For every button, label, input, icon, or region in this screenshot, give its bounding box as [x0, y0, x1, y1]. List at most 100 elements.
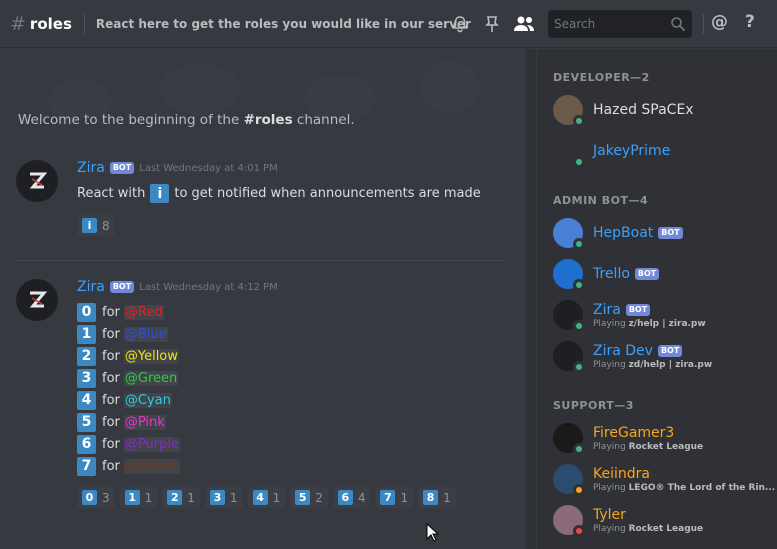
activity-verb: Playing — [593, 482, 626, 493]
timestamp: Last Wednesday at 4:01 PM — [139, 162, 278, 174]
search-input[interactable] — [548, 10, 658, 38]
search-box[interactable] — [548, 10, 692, 38]
member-name-row: Keiindra — [593, 466, 773, 482]
member-item[interactable]: Hazed SPaCEx — [553, 91, 773, 129]
activity-game: LEGO® The Lord of the Rin... — [628, 482, 776, 493]
keycap-emoji: 2 — [77, 346, 96, 366]
chat-scrollbar[interactable] — [526, 49, 536, 549]
member-item[interactable]: FireGamer3 Playing Rocket League — [553, 419, 773, 457]
member-item[interactable]: Zira Dev BOT Playing zd/help | zira.pw — [553, 337, 773, 375]
member-name-row: Trello BOT — [593, 266, 660, 282]
mentions-icon[interactable]: @ — [711, 12, 728, 32]
member-name: Zira — [593, 301, 621, 318]
role-for-text: for — [102, 370, 120, 386]
avatar[interactable] — [553, 218, 585, 250]
status-indicator — [573, 320, 585, 332]
status-indicator — [573, 484, 585, 496]
role-mention[interactable]: @Purple — [123, 436, 180, 452]
member-info: Trello BOT — [593, 266, 660, 282]
member-info: Tyler Playing Rocket League — [593, 507, 703, 534]
member-item[interactable]: HepBoat BOT — [553, 214, 773, 252]
mouse-cursor-icon — [426, 523, 440, 542]
author-name[interactable]: Zira — [77, 279, 105, 295]
member-item[interactable]: Tyler Playing Rocket League — [553, 501, 773, 539]
reaction[interactable]: 52 — [290, 487, 328, 508]
role-for-text: for — [102, 326, 120, 342]
member-info: HepBoat BOT — [593, 225, 683, 241]
message-header: Zira BOT Last Wednesday at 4:12 PM — [77, 279, 278, 295]
role-line: 5 for @Pink — [77, 411, 180, 433]
role-for-text: for — [102, 348, 120, 364]
message-text: React with — [77, 186, 146, 201]
search-icon[interactable] — [670, 16, 686, 36]
notification-bell-icon[interactable] — [448, 12, 472, 36]
keycap-emoji: 5 — [77, 412, 96, 432]
avatar[interactable] — [553, 259, 585, 291]
member-activity: Playing z/help | zira.pw — [593, 319, 706, 329]
welcome-channel: #roles — [243, 112, 293, 128]
role-mention[interactable]: @Cyan — [123, 392, 172, 408]
member-item[interactable]: Trello BOT — [553, 255, 773, 293]
keycap-emoji: 0 — [77, 302, 96, 322]
reaction[interactable]: 31 — [204, 487, 243, 508]
reaction[interactable]: 11 — [119, 487, 158, 508]
member-name-row: FireGamer3 — [593, 425, 703, 441]
pin-icon[interactable] — [480, 12, 504, 36]
help-icon[interactable]: ? — [745, 12, 755, 32]
channel-topic[interactable]: React here to get the roles you would li… — [96, 17, 471, 31]
reaction-count: 1 — [443, 490, 451, 505]
member-list-icon[interactable] — [512, 12, 536, 36]
avatar[interactable] — [553, 341, 585, 373]
reaction[interactable]: i 8 — [77, 215, 115, 236]
member-name: Trello — [593, 266, 630, 282]
avatar[interactable] — [553, 136, 585, 168]
member-name-row: Zira BOT — [593, 302, 706, 318]
author-name[interactable]: Zira — [77, 160, 105, 176]
member-list: DEVELOPER—2 Hazed SPaCEx JakeyPrime ADMIN B… — [537, 49, 777, 549]
member-name-row: Hazed SPaCEx — [593, 102, 694, 118]
member-item[interactable]: Zira BOT Playing z/help | zira.pw — [553, 296, 773, 334]
bot-tag: BOT — [634, 268, 660, 280]
reaction-emoji: 3 — [209, 490, 225, 505]
avatar[interactable] — [553, 95, 585, 127]
member-activity: Playing LEGO® The Lord of the Rin... — [593, 482, 776, 493]
role-line: 4 for @Cyan — [77, 389, 180, 411]
role-for-text: for — [102, 436, 120, 452]
reaction[interactable]: 03 — [77, 487, 115, 508]
member-item[interactable]: Keiindra Playing LEGO® The Lord of the Ri… — [553, 460, 776, 498]
welcome-art — [48, 61, 480, 119]
avatar[interactable] — [553, 300, 585, 332]
member-name-row: HepBoat BOT — [593, 225, 683, 241]
reaction[interactable]: 41 — [247, 487, 286, 508]
keycap-emoji: 4 — [77, 390, 96, 410]
role-mention[interactable]: @Green — [123, 370, 179, 386]
bot-tag: BOT — [657, 344, 683, 357]
welcome-prefix: Welcome to the beginning of the — [18, 112, 244, 128]
reaction[interactable]: 81 — [418, 487, 456, 508]
reaction[interactable]: 71 — [375, 487, 414, 508]
reaction[interactable]: 64 — [332, 487, 371, 508]
member-item[interactable]: JakeyPrime — [553, 132, 773, 170]
bot-tag: BOT — [625, 303, 651, 316]
welcome-suffix: channel. — [292, 112, 355, 128]
reaction-count: 8 — [102, 218, 110, 233]
member-info: Hazed SPaCEx — [593, 102, 694, 118]
avatar[interactable] — [16, 279, 58, 321]
avatar[interactable] — [553, 423, 585, 455]
activity-game: Rocket League — [628, 523, 704, 534]
status-indicator — [573, 238, 585, 250]
role-mention[interactable]: @Yellow — [123, 348, 179, 364]
role-for-text: for — [102, 458, 120, 474]
reaction[interactable]: 21 — [162, 487, 200, 508]
reactions: i 8 — [77, 215, 120, 236]
role-mention[interactable]: @Red — [123, 304, 164, 320]
avatar[interactable] — [16, 160, 58, 202]
channel-name: roles — [29, 14, 72, 33]
role-mention[interactable]: @Brown — [123, 458, 180, 474]
role-line: 1 for @Blue — [77, 323, 180, 345]
role-mention[interactable]: @Blue — [123, 326, 168, 342]
status-indicator — [573, 279, 585, 291]
avatar[interactable] — [553, 464, 585, 496]
avatar[interactable] — [553, 505, 585, 537]
role-mention[interactable]: @Pink — [123, 414, 166, 430]
